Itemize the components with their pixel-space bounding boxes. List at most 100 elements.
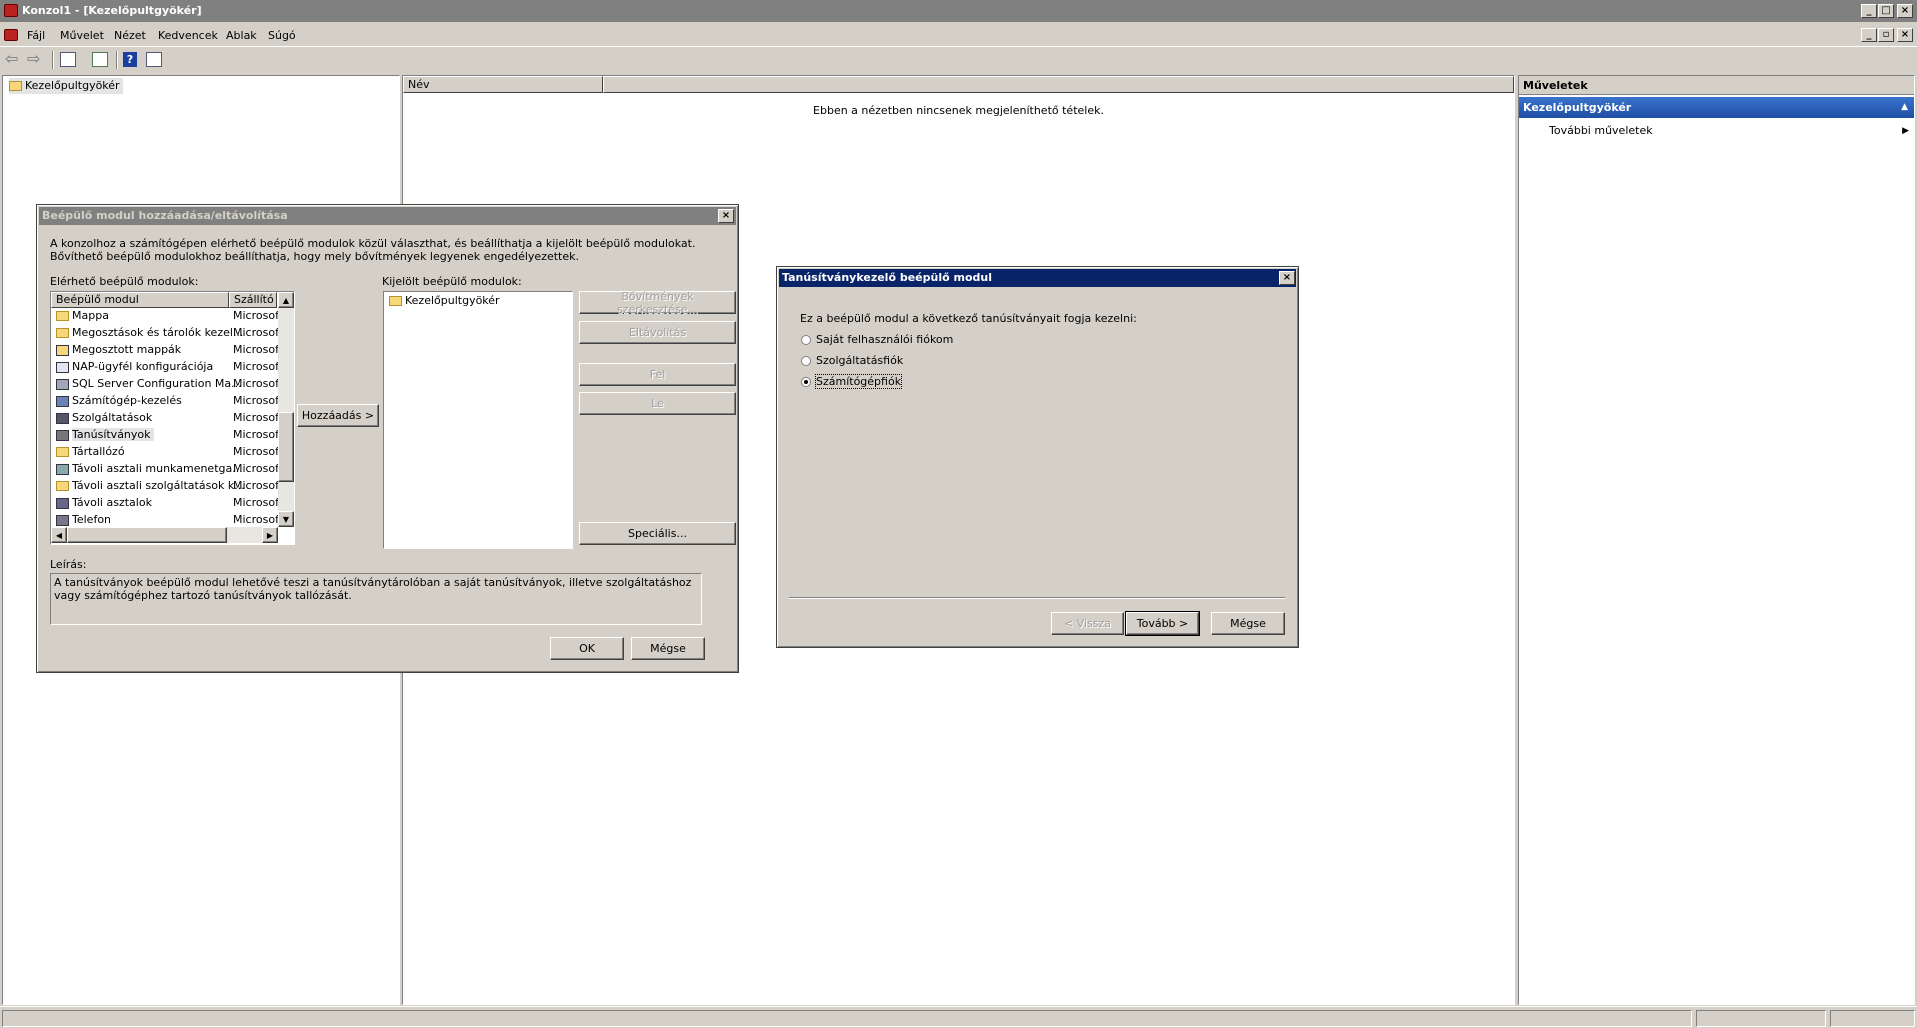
edit-extensions-button[interactable]: Bővítmények szerkesztése... [579, 290, 736, 316]
back-button[interactable]: < Vissza [1051, 612, 1124, 635]
main-title-bar[interactable]: Konzol1 - [Kezelőpultgyökér] [0, 0, 1917, 22]
column-header-name[interactable]: Név [403, 76, 603, 93]
list-item-selected[interactable]: Tanúsítványok Microsoft [51, 428, 283, 442]
ok-label: OK [579, 642, 595, 655]
help-icon[interactable]: ? [123, 52, 137, 67]
scroll-right-button[interactable]: ▶ [262, 527, 278, 543]
submenu-arrow-icon: ▶ [1902, 126, 1909, 136]
description-label: Leírás: [50, 558, 87, 571]
radio-circle-selected[interactable] [801, 377, 811, 387]
export-list-icon[interactable] [92, 52, 108, 67]
module-vendor: Microsoft [233, 377, 284, 390]
certificate-snapin-dialog: Tanúsítványkezelő beépülő modul × Ez a b… [776, 266, 1299, 648]
toolbar-separator-2 [116, 51, 118, 69]
more-actions-item[interactable]: További műveletek ▶ [1549, 123, 1909, 139]
menu-action[interactable]: Művelet [60, 29, 104, 42]
folder-icon [56, 447, 69, 457]
snapin-cancel-button[interactable]: Mégse [631, 637, 705, 660]
radio-service-account[interactable]: Szolgáltatásfiók [801, 354, 903, 368]
menu-bar: Fájl Művelet Nézet Kedvencek Ablak Súgó … [0, 23, 1917, 47]
advanced-label: Speciális... [628, 527, 687, 540]
move-up-button[interactable]: Fel [579, 363, 736, 386]
horizontal-scrollbar[interactable]: ◀ ▶ [51, 527, 278, 543]
module-vendor: Microsoft [233, 496, 284, 509]
module-name: Szolgáltatások [72, 411, 153, 424]
services-icon [56, 412, 69, 424]
move-down-button[interactable]: Le [579, 392, 736, 415]
scroll-up-button[interactable]: ▲ [278, 292, 294, 308]
mmc-app-icon [4, 4, 18, 17]
actions-section-header[interactable]: Kezelőpultgyökér ▲ [1519, 97, 1914, 118]
col-header-module[interactable]: Beépülő modul [51, 292, 229, 308]
radio-circle[interactable] [801, 356, 811, 366]
show-hide-tree-icon[interactable] [60, 52, 76, 67]
list-item[interactable]: Kezelőpultgyökér [384, 294, 572, 308]
list-item[interactable]: Távoli asztalok Microsoft [51, 496, 283, 510]
selected-modules-label: Kijelölt beépülő modulok: [382, 275, 522, 288]
remove-button[interactable]: Eltávolítás [579, 321, 736, 344]
computer-icon [56, 395, 69, 407]
move-up-label: Fel [649, 368, 666, 381]
radio-user-account[interactable]: Saját felhasználói fiókom [801, 333, 953, 347]
advanced-button[interactable]: Speciális... [579, 522, 736, 545]
add-snapin-button[interactable]: Hozzáadás > [297, 404, 379, 427]
close-button[interactable]: × [1897, 4, 1913, 18]
remove-label: Eltávolítás [628, 326, 687, 339]
vertical-scrollbar[interactable]: ▲ ▼ [278, 292, 294, 527]
module-name: Megosztott mappák [72, 343, 182, 356]
snapin-dialog-title-bar[interactable]: Beépülő modul hozzáadása/eltávolítása [39, 207, 736, 225]
maximize-button[interactable]: □ [1878, 4, 1894, 18]
radio-computer-account[interactable]: Számítógépfiók [801, 374, 903, 389]
list-item[interactable]: Mappa Microsoft [51, 309, 283, 323]
cert-cancel-button[interactable]: Mégse [1211, 612, 1285, 635]
list-item[interactable]: Számítógép-kezelés Microsoft [51, 394, 283, 408]
list-item[interactable]: Telefon Microsoft [51, 513, 283, 527]
doc-close-button[interactable]: × [1897, 28, 1913, 42]
show-hide-action-pane-icon[interactable] [146, 52, 162, 67]
list-item[interactable]: SQL Server Configuration Ma... Microsoft [51, 377, 283, 391]
actions-header-label: Műveletek [1523, 79, 1588, 92]
folder-icon [56, 481, 69, 491]
doc-restore-button[interactable]: ▫ [1878, 28, 1894, 42]
radio-circle[interactable] [801, 335, 811, 345]
ok-button[interactable]: OK [550, 637, 624, 660]
menu-file[interactable]: Fájl [27, 29, 45, 42]
list-item[interactable]: Megosztott mappák Microsoft [51, 343, 283, 357]
col-header-module-label: Beépülő modul [56, 293, 139, 306]
list-item[interactable]: Tártallózó Microsoft [51, 445, 283, 459]
certificate-icon [56, 429, 69, 441]
menu-view[interactable]: Nézet [114, 29, 146, 42]
available-modules-label: Elérhető beépülő modulok: [50, 275, 199, 288]
list-item[interactable]: Távoli asztali munkamenetga... Microsoft [51, 462, 283, 476]
available-modules-list[interactable]: Beépülő modul Szállító Mappa Microsoft Me… [50, 291, 295, 545]
forward-arrow-icon[interactable]: ⇨ [27, 51, 45, 67]
menu-favorites[interactable]: Kedvencek [158, 29, 218, 42]
nap-icon [56, 361, 69, 373]
back-arrow-icon[interactable]: ⇦ [5, 51, 23, 67]
cert-dialog-title-bar[interactable]: Tanúsítványkezelő beépülő modul [779, 269, 1296, 287]
next-button[interactable]: Tovább > [1125, 611, 1200, 636]
collapse-chevron-icon[interactable]: ▲ [1901, 97, 1908, 118]
radio-user-account-label: Saját felhasználói fiókom [816, 333, 954, 346]
col-header-vendor[interactable]: Szállító [229, 292, 277, 308]
list-item[interactable]: Megosztások és tárolók kezel... Microsoft [51, 326, 283, 340]
selected-modules-list[interactable]: Kezelőpultgyökér [383, 291, 573, 549]
mmc-document-icon[interactable] [4, 29, 18, 41]
scroll-down-button[interactable]: ▼ [278, 511, 294, 527]
scroll-thumb[interactable] [278, 412, 294, 482]
minimize-button[interactable]: _ [1861, 4, 1877, 18]
list-item[interactable]: NAP-ügyfél konfigurációja Microsoft [51, 360, 283, 374]
rds-icon [56, 463, 69, 475]
radio-computer-account-label: Számítógépfiók [814, 374, 903, 389]
tree-root-item[interactable]: Kezelőpultgyökér [9, 78, 123, 94]
scroll-h-thumb[interactable] [67, 527, 227, 543]
menu-help[interactable]: Súgó [268, 29, 296, 42]
cert-dialog-close-button[interactable]: × [1279, 271, 1295, 285]
menu-window[interactable]: Ablak [226, 29, 257, 42]
list-item[interactable]: Szolgáltatások Microsoft [51, 411, 283, 425]
radio-service-account-label: Szolgáltatásfiók [816, 354, 904, 367]
doc-minimize-button[interactable]: _ [1861, 28, 1877, 42]
scroll-left-button[interactable]: ◀ [51, 527, 67, 543]
snapin-dialog-close-button[interactable]: × [718, 209, 734, 223]
list-item[interactable]: Távoli asztali szolgáltatások k... Micros… [51, 479, 283, 493]
